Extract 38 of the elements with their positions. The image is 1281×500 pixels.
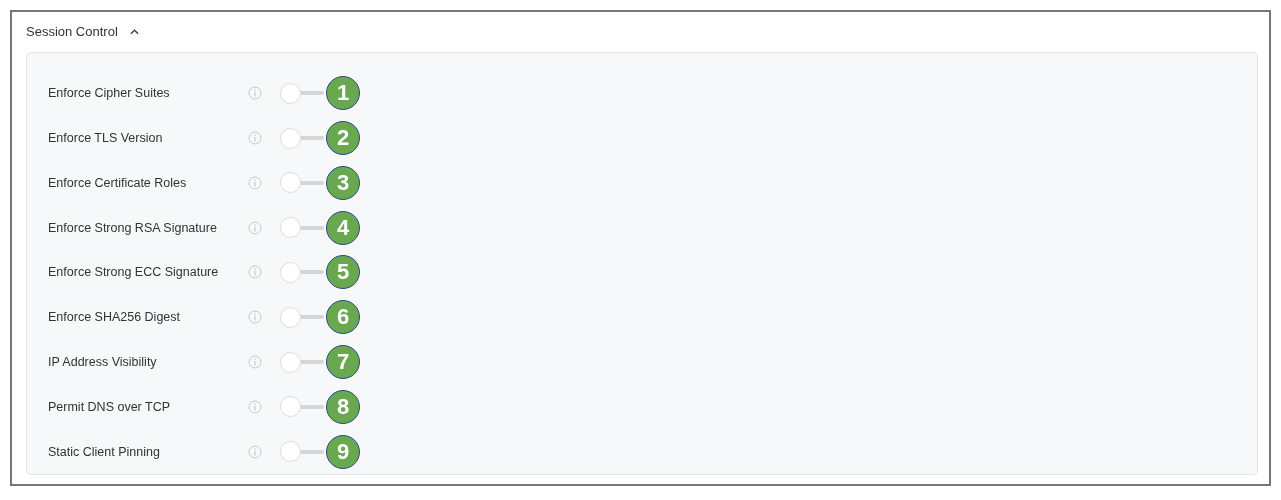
number-badge: 9 [326, 434, 360, 469]
number-badge: 5 [326, 255, 360, 290]
toggle-switch[interactable] [280, 127, 324, 149]
toggle-switch[interactable] [280, 395, 324, 418]
info-icon[interactable] [248, 86, 262, 101]
toggle-switch[interactable] [280, 171, 324, 194]
setting-label: Enforce Strong RSA Signature [48, 220, 218, 235]
setting-label: Enforce Strong ECC Signature [48, 265, 220, 280]
number-badge: 7 [326, 345, 360, 379]
number-badge: 8 [326, 389, 360, 424]
info-icon[interactable] [248, 444, 262, 459]
toggle-switch[interactable] [280, 351, 324, 373]
number-badge: 6 [326, 300, 360, 335]
number-badge: 1 [326, 76, 360, 111]
setting-label: Enforce TLS Version [48, 131, 164, 145]
toggle-switch[interactable] [280, 216, 324, 239]
toggle-switch[interactable] [280, 82, 324, 105]
setting-label: Permit DNS over TCP [48, 399, 171, 414]
number-badge: 3 [326, 165, 360, 200]
section-title: Session Control [26, 24, 118, 40]
setting-label: Static Client Pinning [48, 444, 161, 459]
setting-label: Enforce Certificate Roles [48, 175, 188, 190]
toggle-switch[interactable] [280, 306, 324, 329]
info-icon[interactable] [248, 265, 262, 280]
caret-icon[interactable] [129, 28, 139, 35]
setting-label: IP Address Visibility [48, 355, 158, 369]
setting-label: Enforce Cipher Suites [48, 86, 171, 101]
toggle-switch[interactable] [280, 440, 324, 463]
info-icon[interactable] [248, 355, 262, 369]
number-badge: 2 [326, 121, 360, 155]
info-icon[interactable] [248, 310, 262, 325]
info-icon[interactable] [248, 399, 262, 414]
info-icon[interactable] [248, 220, 262, 235]
info-icon[interactable] [248, 175, 262, 190]
info-icon[interactable] [248, 131, 262, 145]
toggle-switch[interactable] [280, 261, 324, 284]
number-badge: 4 [326, 210, 360, 245]
setting-label: Enforce SHA256 Digest [48, 310, 181, 325]
